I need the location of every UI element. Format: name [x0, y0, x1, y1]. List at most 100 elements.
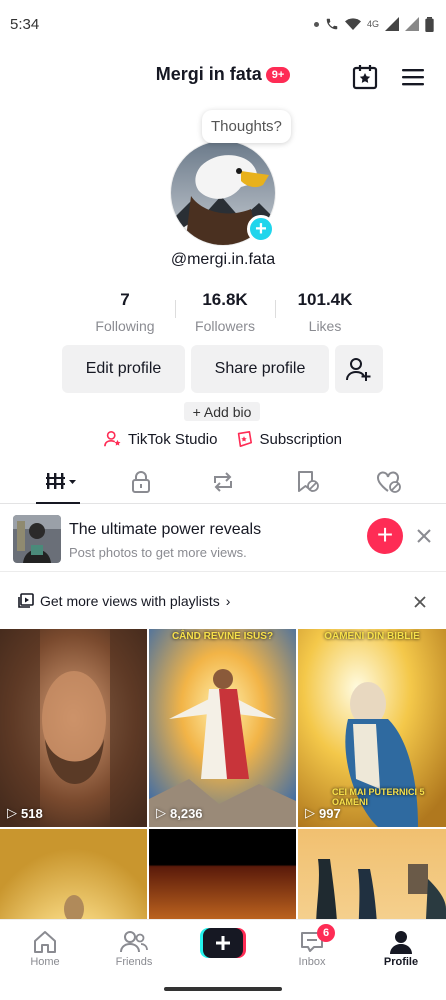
view-count-value: 8,236	[170, 805, 203, 821]
video-image	[298, 829, 446, 919]
play-icon: ▷	[305, 805, 315, 820]
signal-icon	[385, 17, 399, 31]
close-icon[interactable]	[414, 526, 434, 546]
promo-subtitle: Post photos to get more views.	[69, 545, 247, 560]
tiktok-studio-label: TikTok Studio	[127, 430, 218, 448]
inbox-badge: 6	[317, 924, 335, 942]
stat-value: 16.8K	[202, 290, 248, 309]
stat-following[interactable]: 7 Following	[75, 290, 175, 334]
nav-home[interactable]: Home	[10, 928, 80, 968]
tab-reposts[interactable]	[209, 470, 237, 494]
tiktok-studio-link[interactable]: TikTok Studio	[104, 430, 217, 448]
stat-label: Followers	[195, 318, 255, 334]
nav-label: Inbox	[298, 956, 326, 968]
home-icon	[34, 931, 56, 953]
repost-icon	[214, 472, 232, 492]
subscription-label: Subscription	[259, 430, 343, 448]
profile-tabs	[0, 462, 446, 504]
video-image	[0, 629, 147, 827]
video-thumbnail[interactable]: CÂND REVINE ISUS? ▷ 8,236	[149, 629, 296, 827]
tab-liked[interactable]	[375, 470, 403, 494]
signal-icon-2	[405, 17, 419, 31]
photo-promo-banner[interactable]: The ultimate power reveals Post photos t…	[0, 512, 446, 572]
play-icon: ▷	[156, 805, 166, 820]
nav-profile[interactable]: Profile	[366, 928, 436, 968]
video-thumbnail[interactable]: OAMENI DIN BIBLIE CEI MAI PUTERNICI 5 OA…	[298, 629, 446, 827]
play-icon: ▷	[7, 805, 17, 820]
subscription-link[interactable]: Subscription	[235, 430, 342, 448]
video-thumbnail[interactable]	[0, 829, 147, 919]
stat-likes[interactable]: 101.4K Likes	[275, 290, 375, 334]
home-indicator[interactable]	[164, 987, 282, 991]
profile-links: TikTok Studio Subscription	[0, 430, 446, 448]
add-bio-button[interactable]: + Add bio	[184, 402, 260, 421]
promo-thumbnail	[13, 515, 61, 563]
add-avatar-button[interactable]: +	[247, 215, 275, 243]
notification-dot-icon	[313, 21, 319, 27]
create-post-button[interactable]	[200, 928, 246, 958]
studio-person-icon	[104, 430, 121, 447]
status-icons: 4G	[313, 16, 434, 32]
stat-value: 101.4K	[297, 290, 353, 309]
add-person-icon	[346, 358, 371, 381]
video-caption: OAMENI DIN BIBLIE	[324, 631, 420, 642]
battery-icon	[425, 16, 434, 32]
add-friend-button[interactable]	[335, 345, 383, 393]
stat-label: Likes	[308, 318, 342, 334]
active-tab-indicator	[36, 502, 80, 504]
video-caption-secondary: CEI MAI PUTERNICI 5 OAMENI	[332, 787, 425, 807]
playlist-banner[interactable]: Get more views with playlists ›	[0, 585, 446, 619]
view-count: ▷ 997	[305, 805, 341, 821]
nav-label: Friends	[115, 956, 153, 968]
view-count: ▷ 518	[7, 805, 43, 821]
edit-profile-button[interactable]: Edit profile	[62, 345, 185, 393]
video-image	[149, 829, 296, 919]
calendar-star-icon[interactable]	[352, 64, 378, 90]
video-grid: ▷ 518 CÂND REVINE ISUS? ▷ 8,236 OAMENI DIN…	[0, 629, 446, 919]
status-bar: 5:34 4G	[0, 0, 446, 48]
video-image	[149, 629, 296, 827]
lock-icon	[132, 471, 150, 493]
friends-icon	[120, 931, 148, 953]
page-title[interactable]: Mergi in fata 9+	[0, 64, 446, 85]
status-time: 5:34	[10, 15, 40, 33]
network-label: 4G	[366, 19, 379, 29]
bookmark-hidden-icon	[298, 471, 319, 492]
share-profile-button[interactable]: Share profile	[191, 345, 329, 393]
playlist-text: Get more views with playlists	[40, 593, 220, 609]
profile-stats: 7 Following 16.8K Followers 101.4K Likes	[75, 290, 375, 334]
promo-title: The ultimate power reveals	[69, 521, 262, 538]
call-icon	[326, 18, 338, 30]
wifi-icon	[344, 18, 361, 30]
close-icon[interactable]	[412, 594, 428, 610]
account-switch-badge: 9+	[265, 66, 291, 83]
chevron-right-icon: ›	[225, 593, 231, 609]
video-caption: CÂND REVINE ISUS?	[171, 631, 274, 642]
avatar-container[interactable]: +	[170, 140, 276, 246]
stat-label: Following	[95, 318, 155, 334]
stat-followers[interactable]: 16.8K Followers	[175, 290, 275, 334]
stat-value: 7	[120, 290, 130, 309]
username: @mergi.in.fata	[170, 251, 276, 268]
account-name: Mergi in fata	[155, 64, 262, 84]
tab-favorites[interactable]	[293, 470, 321, 494]
grid-videos-icon	[46, 473, 76, 489]
post-photo-button[interactable]: +	[367, 518, 403, 554]
view-count: ▷ 8,236	[156, 805, 203, 821]
tab-private[interactable]	[127, 470, 155, 494]
nav-inbox[interactable]: 6 Inbox	[277, 924, 347, 968]
profile-header: Mergi in fata 9+	[0, 56, 446, 96]
playlist-link[interactable]: Get more views with playlists ›	[18, 593, 230, 609]
hamburger-menu-icon[interactable]	[401, 66, 425, 88]
profile-icon	[390, 931, 412, 954]
video-thumbnail[interactable]	[149, 829, 296, 919]
thoughts-bubble[interactable]: Thoughts?	[202, 110, 291, 143]
video-thumbnail[interactable]	[298, 829, 446, 919]
nav-friends[interactable]: Friends	[99, 928, 169, 968]
plus-icon: +	[255, 218, 267, 240]
tab-videos[interactable]	[44, 470, 78, 494]
nav-label: Home	[30, 956, 60, 968]
view-count-value: 997	[319, 805, 341, 821]
video-thumbnail[interactable]: ▷ 518	[0, 629, 147, 827]
heart-hidden-icon	[377, 471, 401, 493]
